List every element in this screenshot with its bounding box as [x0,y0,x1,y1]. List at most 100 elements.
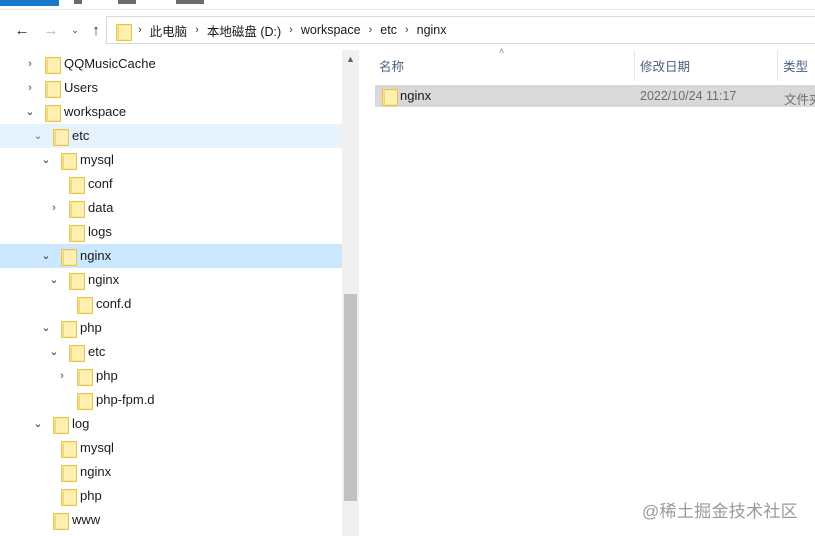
up-button[interactable]: ↑ [87,21,105,39]
tree-item-label: nginx [80,248,112,263]
chevron-right-icon[interactable]: › [369,24,373,36]
file-name: nginx [400,88,432,103]
breadcrumb-this-pc[interactable]: 此电脑 [150,21,188,40]
tree-item-label: nginx [88,272,120,287]
folder-icon [44,104,61,122]
file-list-pane[interactable]: ˄ 名称 修改日期 类型 nginx 2022/10/24 11:17 文件夹 [359,46,815,536]
column-divider[interactable] [634,50,635,81]
folder-icon [60,488,77,506]
file-type: 文件夹 [784,93,815,107]
tree-item-label: php-fpm.d [96,392,155,407]
tree-item[interactable]: › Users [0,76,342,100]
folder-icon [44,56,61,74]
tree-item[interactable]: › QQMusicCache [0,52,342,76]
tree-item[interactable]: ⌄ etc [0,124,342,148]
tree-item[interactable]: ⌄ nginx [0,268,342,292]
breadcrumb-local-disk[interactable]: 本地磁盘 (D:) [207,21,281,40]
file-modified-date: 2022/10/24 11:17 [640,89,737,103]
tree-scrollbar[interactable]: ▲ [342,50,359,536]
tree-item[interactable]: ⌄ php [0,316,342,340]
back-arrow-icon: ← [14,21,30,39]
tree-item[interactable]: › data [0,196,342,220]
tree-item-label: php [80,488,102,503]
column-header-label: 修改日期 [640,60,691,74]
folder-icon [52,512,69,530]
folder-icon [68,272,85,290]
watermark: @稀土掘金技术社区 [642,502,798,521]
tree-item-label: data [88,200,114,215]
chevron-right-icon[interactable]: › [24,58,36,70]
chevron-right-icon[interactable]: › [138,24,142,36]
navigation-bar: ← → ⌄ ↑ › 此电脑 › 本地磁盘 (D:) › workspace › … [0,10,815,50]
navigation-tree[interactable]: › QQMusicCache › Users ⌄ workspace ⌄ etc… [0,50,342,536]
file-tab[interactable] [0,0,59,6]
tree-item-label: mysql [80,440,114,455]
tree-item-label: mysql [80,152,114,167]
chevron-right-icon[interactable]: › [48,202,60,214]
chevron-down-icon[interactable]: ⌄ [24,106,36,118]
forward-arrow-icon: → [43,21,59,39]
column-header-modified[interactable]: 修改日期 [640,50,778,81]
tree-item-label: log [72,416,90,431]
chevron-down-icon[interactable]: ⌄ [48,274,60,286]
column-header-name[interactable]: 名称 [379,50,634,81]
scroll-up-button[interactable]: ▲ [342,50,359,67]
breadcrumb-etc[interactable]: etc [380,23,397,37]
back-button[interactable]: ← [13,21,31,39]
chevron-right-icon[interactable]: › [24,82,36,94]
tree-item[interactable]: logs [0,220,342,244]
tree-item[interactable]: www [0,508,342,532]
tree-item-label: Users [64,80,98,95]
column-header-label: 名称 [379,60,405,74]
tree-item[interactable]: mysql [0,436,342,460]
tree-item[interactable]: conf.d [0,292,342,316]
folder-icon [60,248,77,266]
tree-item-label: conf.d [96,296,132,311]
tree-item[interactable]: php [0,484,342,508]
breadcrumb-workspace[interactable]: workspace [301,23,361,37]
chevron-down-icon[interactable]: ⌄ [32,418,44,430]
folder-icon [60,440,77,458]
column-header-type[interactable]: 类型 [783,50,815,81]
tree-item[interactable]: ⌄ etc [0,340,342,364]
caret-up-icon: ▲ [346,53,355,64]
folder-icon [381,88,398,106]
chevron-down-icon[interactable]: ⌄ [40,322,52,334]
tree-item[interactable]: conf [0,172,342,196]
chevron-right-icon[interactable]: › [405,24,409,36]
chevron-down-icon[interactable]: ⌄ [48,346,60,358]
tree-item[interactable]: nginx [0,460,342,484]
recent-locations-button[interactable]: ⌄ [66,21,84,39]
tree-item[interactable]: › php [0,364,342,388]
folder-icon [60,464,77,482]
chevron-right-icon[interactable]: › [195,24,199,36]
chevron-right-icon[interactable]: › [56,370,68,382]
tree-item[interactable]: php-fpm.d [0,388,342,412]
folder-icon [68,344,85,362]
ribbon-fragment [118,0,136,4]
scrollbar-thumb[interactable] [344,294,357,501]
folder-icon [68,176,85,194]
tree-item[interactable]: ⌄ workspace [0,100,342,124]
chevron-down-icon[interactable]: ⌄ [40,250,52,262]
folder-icon [52,416,69,434]
tree-item-selected[interactable]: ⌄ nginx [0,244,342,268]
tree-item-label: etc [72,128,90,143]
folder-icon [60,320,77,338]
folder-icon [76,296,93,314]
tree-item-label: php [80,320,102,335]
file-row[interactable]: nginx 2022/10/24 11:17 文件夹 [375,85,815,107]
tree-item-label: nginx [80,464,112,479]
chevron-down-icon[interactable]: ⌄ [32,130,44,142]
chevron-down-icon[interactable]: ⌄ [40,154,52,166]
column-divider[interactable] [777,50,778,81]
tree-item-label: php [96,368,118,383]
chevron-right-icon[interactable]: › [289,24,293,36]
forward-button[interactable]: → [42,21,60,39]
tree-item[interactable]: ⌄ log [0,412,342,436]
tree-item[interactable]: ⌄ mysql [0,148,342,172]
tree-item-label: QQMusicCache [64,56,156,71]
address-bar[interactable]: › 此电脑 › 本地磁盘 (D:) › workspace › etc › ng… [106,16,815,44]
breadcrumb-nginx[interactable]: nginx [417,23,447,37]
ribbon-strip [0,0,815,10]
